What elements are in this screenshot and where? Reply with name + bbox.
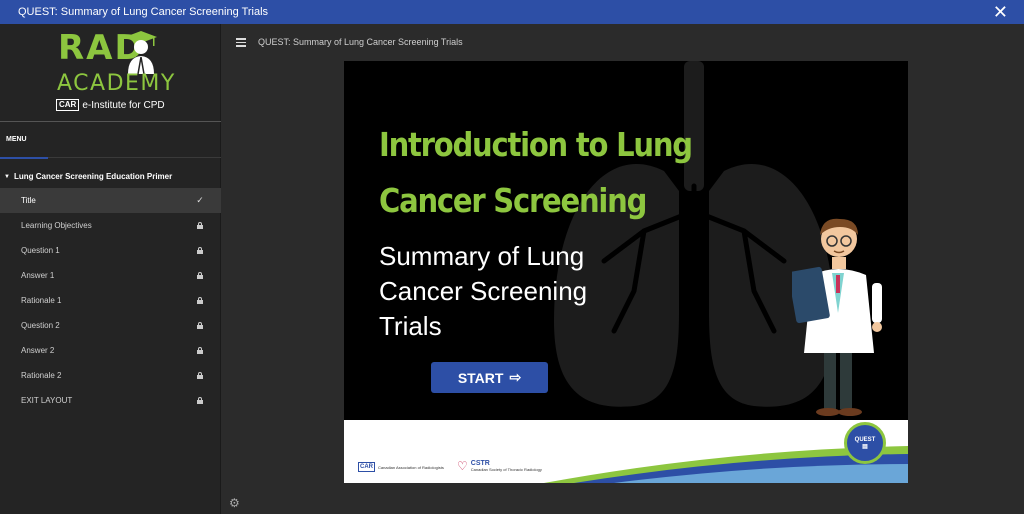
lock-icon [197, 396, 203, 404]
arrow-right-icon: ⇨ [509, 369, 522, 385]
heart-icon: ♡ [457, 459, 468, 473]
menu-item-label: Answer 2 [21, 346, 55, 355]
window-titlebar: QUEST: Summary of Lung Cancer Screening … [0, 0, 1024, 24]
quest-badge: QUEST ▤ [844, 422, 886, 464]
lock-icon [197, 246, 203, 254]
collapse-triangle-icon[interactable]: ▼ [4, 174, 10, 180]
lock-icon [197, 321, 203, 329]
hamburger-menu-icon[interactable] [236, 38, 246, 47]
rad-academy-logo: RAD ACADEMY CAR e-Institute for CPD [50, 28, 174, 120]
slide-footer: CAR Canadian Association of Radiologists… [344, 420, 908, 483]
menu-item-label: Question 1 [21, 246, 60, 255]
lock-icon [197, 271, 203, 279]
menu-item-label: Title [21, 196, 36, 205]
lock-icon [197, 346, 203, 354]
menu-item-label: Learning Objectives [21, 221, 92, 230]
section-header[interactable]: ▼ Lung Cancer Screening Education Primer [4, 172, 172, 181]
menu-item-label: EXIT LAYOUT [21, 396, 73, 405]
section-title: Lung Cancer Screening Education Primer [13, 172, 173, 181]
graduate-doctor-icon [125, 31, 157, 74]
menu-item-label: Answer 1 [21, 271, 55, 280]
start-button[interactable]: START ⇨ [431, 362, 548, 393]
car-logo-text: Canadian Association of Radiologists [378, 464, 444, 470]
slide-heading: Introduction to Lung Cancer Screening [379, 125, 693, 220]
slide-canvas: Introduction to Lung Cancer Screening Su… [344, 61, 908, 483]
menu-item-rationale-2[interactable]: Rationale 2 [0, 363, 221, 388]
logo-academy-text: ACADEMY [57, 71, 176, 96]
logo-tagline-text: e-Institute for CPD [82, 99, 165, 111]
window-title: QUEST: Summary of Lung Cancer Screening … [18, 6, 269, 18]
footer-swoosh [544, 446, 908, 483]
close-icon[interactable]: ✕ [993, 2, 1008, 22]
menu-item-label: Rationale 1 [21, 296, 62, 305]
menu-item-exit-layout[interactable]: EXIT LAYOUT [0, 388, 221, 413]
menu-label: MENU [6, 136, 27, 143]
lock-icon [197, 221, 203, 229]
cstr-logo-text: Canadian Society of Thoracic Radiology [470, 467, 542, 472]
cstr-logo-name: CSTR [470, 460, 490, 467]
lock-icon [197, 371, 203, 379]
menu-item-label: Question 2 [21, 321, 60, 330]
logo-tagline: CAR e-Institute for CPD [56, 99, 165, 111]
lock-icon [197, 296, 203, 304]
sidebar: RAD ACADEMY CAR e-Institute for CPD MENU… [0, 24, 221, 514]
check-icon: ✓ [196, 195, 204, 205]
menu-item-rationale-1[interactable]: Rationale 1 [0, 288, 221, 313]
slide-subheading: Summary of Lung Cancer Screening Trials [379, 241, 588, 341]
gear-icon[interactable]: ⚙ [229, 496, 240, 510]
menu-item-title[interactable]: Title ✓ [0, 188, 221, 213]
start-button-label: START [457, 369, 504, 386]
clipboard-icon: ▤ [862, 443, 868, 450]
divider [0, 121, 221, 122]
menu-item-question-1[interactable]: Question 1 [0, 238, 221, 263]
menu-item-label: Rationale 2 [21, 371, 62, 380]
menu-item-answer-2[interactable]: Answer 2 [0, 338, 221, 363]
car-logo-box: CAR [358, 462, 375, 472]
breadcrumb: QUEST: Summary of Lung Cancer Screening … [258, 37, 463, 47]
menu-item-answer-1[interactable]: Answer 1 [0, 263, 221, 288]
menu-item-question-2[interactable]: Question 2 [0, 313, 221, 338]
car-logo: CAR Canadian Association of Radiologists [358, 462, 444, 472]
car-logo-box: CAR [56, 99, 80, 111]
menu-item-learning-objectives[interactable]: Learning Objectives [0, 213, 221, 238]
cstr-logo: ♡ CSTR Canadian Society of Thoracic Radi… [457, 460, 542, 472]
doctor-illustration [792, 218, 882, 416]
menu-list: Title ✓ Learning Objectives Question 1 A… [0, 188, 221, 413]
menu-underline [0, 157, 221, 159]
content-topbar: QUEST: Summary of Lung Cancer Screening … [222, 24, 1024, 60]
